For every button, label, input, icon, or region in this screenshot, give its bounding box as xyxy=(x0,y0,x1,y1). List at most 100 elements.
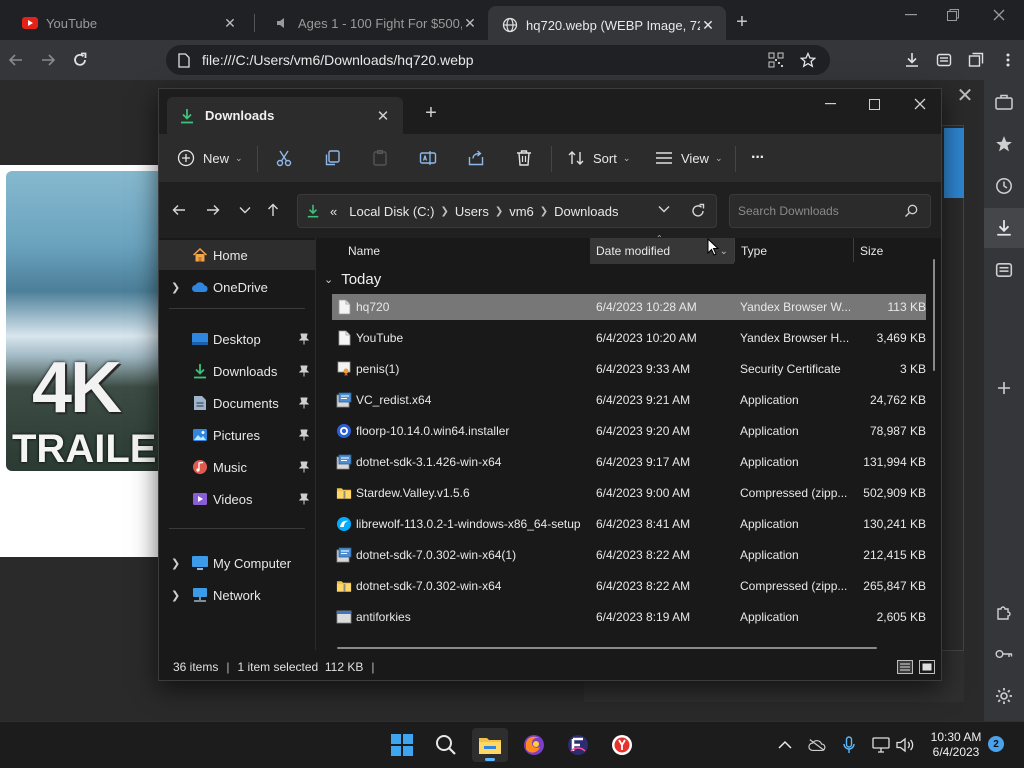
key-icon[interactable] xyxy=(994,644,1014,664)
notification-badge[interactable]: 2 xyxy=(988,736,1004,752)
briefcase-icon[interactable] xyxy=(994,92,1014,112)
file-row[interactable]: dotnet-sdk-7.0.302-win-x64(1) 6/4/2023 8:… xyxy=(332,542,926,568)
rename-icon[interactable] xyxy=(419,146,437,170)
copy-icon[interactable] xyxy=(323,146,341,170)
search-icon[interactable] xyxy=(904,204,918,218)
history-clock-icon[interactable] xyxy=(994,176,1014,196)
vertical-scrollbar[interactable] xyxy=(933,259,935,371)
details-view-icon[interactable] xyxy=(897,660,913,674)
view-button[interactable]: View ⌄ xyxy=(655,146,723,170)
breadcrumb-users[interactable]: Users xyxy=(455,204,489,219)
volume-speaker-icon[interactable] xyxy=(896,736,914,754)
nav-item-home[interactable]: Home xyxy=(159,240,315,270)
breadcrumb-downloads[interactable]: Downloads xyxy=(554,204,618,219)
expand-chevron-icon[interactable]: ❯ xyxy=(171,281,180,294)
breadcrumb-vm6[interactable]: vm6 xyxy=(509,204,534,219)
address-history-chevron-icon[interactable] xyxy=(658,205,670,213)
file-row[interactable]: Stardew.Valley.v1.5.6 6/4/2023 9:00 AM Com… xyxy=(332,480,926,506)
minimize-icon[interactable] xyxy=(896,6,926,24)
nav-item-my-computer[interactable]: ❯ My Computer xyxy=(159,548,315,578)
nav-item-videos[interactable]: Videos xyxy=(159,484,315,514)
pin-icon[interactable] xyxy=(299,397,309,409)
large-icons-view-icon[interactable] xyxy=(919,660,935,674)
breadcrumb-overflow[interactable]: « xyxy=(330,204,337,219)
sort-button[interactable]: Sort ⌄ xyxy=(567,146,630,170)
taskbar-firefox[interactable] xyxy=(516,728,552,762)
restore-icon[interactable] xyxy=(938,6,968,24)
pin-icon[interactable] xyxy=(299,333,309,345)
qr-code-icon[interactable] xyxy=(768,52,784,68)
browser-tab-hq720[interactable]: hq720.webp (WEBP Image, 720 × ✕ xyxy=(488,6,726,44)
search-box[interactable] xyxy=(729,194,931,228)
add-panel-icon[interactable] xyxy=(994,378,1014,398)
pin-icon[interactable] xyxy=(299,461,309,473)
close-window-icon[interactable] xyxy=(905,96,935,112)
file-row[interactable]: penis(1) 6/4/2023 9:33 AM Security Certifi… xyxy=(332,356,926,382)
nav-item-desktop[interactable]: Desktop xyxy=(159,324,315,354)
browser-tab-youtube[interactable]: YouTube ✕ xyxy=(8,6,248,40)
taskbar-floorp[interactable] xyxy=(560,728,596,762)
forward-arrow-icon[interactable] xyxy=(203,200,223,220)
collections-icon[interactable] xyxy=(966,50,986,70)
file-row[interactable]: librewolf-113.0.2-1-windows-x86_64-setup… xyxy=(332,511,926,537)
close-window-icon[interactable] xyxy=(984,6,1014,24)
cut-icon[interactable] xyxy=(275,146,293,170)
close-tab-icon[interactable]: ✕ xyxy=(222,15,238,31)
breadcrumb-local-disk[interactable]: Local Disk (C:) xyxy=(349,204,434,219)
nav-item-documents[interactable]: Documents xyxy=(159,388,315,418)
column-header-type[interactable]: Type xyxy=(735,238,853,264)
taskbar-file-explorer[interactable] xyxy=(472,728,508,762)
up-arrow-icon[interactable] xyxy=(263,200,283,220)
reading-list-icon[interactable] xyxy=(934,50,954,70)
expand-chevron-icon[interactable]: ❯ xyxy=(171,557,180,570)
downloads-sidebar-icon[interactable] xyxy=(994,218,1014,238)
forward-arrow-icon[interactable] xyxy=(36,48,60,72)
explorer-tab-downloads[interactable]: Downloads ✕ xyxy=(167,97,403,134)
pin-icon[interactable] xyxy=(299,365,309,377)
column-header-size[interactable]: Size xyxy=(854,238,924,264)
expand-chevron-icon[interactable]: ❯ xyxy=(171,589,180,602)
browser-tab-ages[interactable]: Ages 1 - 100 Fight For $500,0 ✕ xyxy=(262,6,488,40)
horizontal-scrollbar[interactable] xyxy=(337,647,877,649)
close-tab-icon[interactable]: ✕ xyxy=(373,106,393,126)
network-monitor-icon[interactable] xyxy=(872,736,890,754)
file-row[interactable]: antiforkies 6/4/2023 8:19 AM Application 2,… xyxy=(332,604,926,630)
bookmark-star-icon[interactable] xyxy=(800,52,816,68)
paste-icon[interactable] xyxy=(371,146,389,170)
more-options-button[interactable]: ··· xyxy=(751,146,765,170)
chevron-down-icon[interactable]: ⌄ xyxy=(720,246,728,257)
notes-icon[interactable] xyxy=(994,260,1014,280)
extensions-puzzle-icon[interactable] xyxy=(994,602,1014,622)
start-button[interactable] xyxy=(384,728,420,762)
file-row[interactable]: floorp-10.14.0.win64.installer 6/4/2023 9… xyxy=(332,418,926,444)
background-close-icon[interactable]: ✕ xyxy=(955,86,975,106)
taskbar-search-button[interactable] xyxy=(428,728,464,762)
file-row[interactable]: hq720 6/4/2023 10:28 AM Yandex Browser W..… xyxy=(332,294,926,320)
close-tab-icon[interactable]: ✕ xyxy=(700,17,716,33)
show-hidden-icons-chevron-icon[interactable] xyxy=(776,736,794,754)
nav-item-pictures[interactable]: Pictures xyxy=(159,420,315,450)
new-button[interactable]: New ⌄ xyxy=(177,146,243,170)
pin-icon[interactable] xyxy=(299,429,309,441)
more-menu-icon[interactable] xyxy=(998,50,1018,70)
refresh-icon[interactable] xyxy=(690,203,706,219)
share-icon[interactable] xyxy=(467,146,485,170)
file-row[interactable]: YouTube 6/4/2023 10:20 AM Yandex Browser H… xyxy=(332,325,926,351)
back-arrow-icon[interactable] xyxy=(4,48,28,72)
nav-item-downloads[interactable]: Downloads xyxy=(159,356,315,386)
download-icon[interactable] xyxy=(902,50,922,70)
taskbar-clock[interactable]: 10:30 AM 6/4/2023 xyxy=(924,730,988,760)
maximize-icon[interactable] xyxy=(859,96,889,112)
new-tab-button[interactable]: + xyxy=(732,12,752,32)
nav-item-network[interactable]: ❯ Network xyxy=(159,580,315,610)
address-bar[interactable]: file:///C:/Users/vm6/Downloads/hq720.web… xyxy=(166,45,830,75)
settings-gear-icon[interactable] xyxy=(994,686,1014,706)
address-url[interactable]: file:///C:/Users/vm6/Downloads/hq720.web… xyxy=(202,52,474,68)
close-tab-icon[interactable]: ✕ xyxy=(462,15,478,31)
column-header-name[interactable]: Name xyxy=(342,238,584,264)
delete-trash-icon[interactable] xyxy=(515,146,533,170)
minimize-icon[interactable] xyxy=(815,96,845,112)
recent-locations-chevron-icon[interactable] xyxy=(235,200,255,220)
file-row[interactable]: VC_redist.x64 6/4/2023 9:21 AM Application… xyxy=(332,387,926,413)
back-arrow-icon[interactable] xyxy=(169,200,189,220)
